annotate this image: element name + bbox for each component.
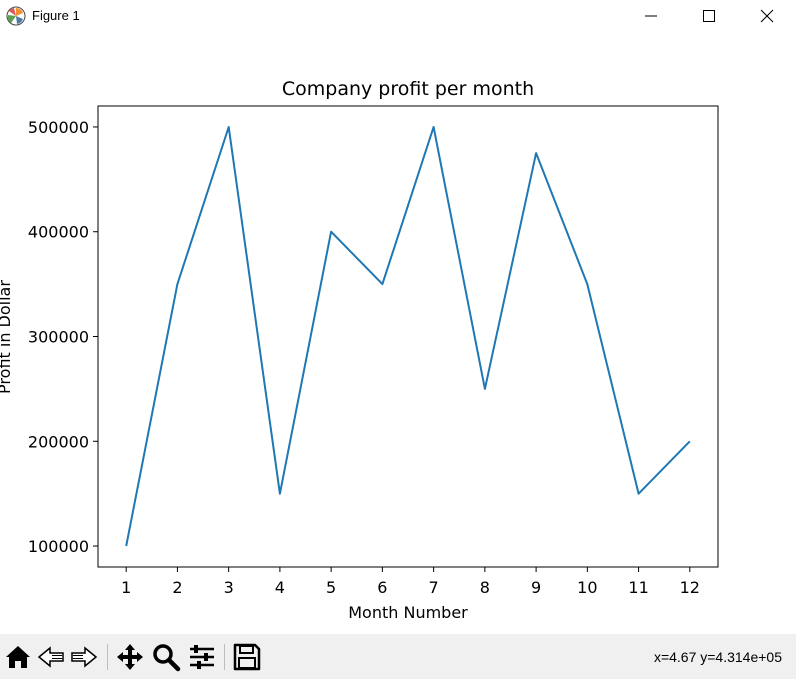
x-tick-label: 5 (326, 578, 336, 597)
y-tick-label: 200000 (28, 432, 89, 451)
pan-icon (117, 644, 143, 670)
x-axis: 1 2 3 4 5 6 7 8 9 10 11 12 (121, 567, 700, 597)
window-title: Figure 1 (32, 8, 80, 23)
toolbar-separator (224, 644, 225, 670)
x-tick-label: 8 (480, 578, 490, 597)
axes-frame (97, 105, 719, 568)
chart-title: Company profit per month (282, 78, 534, 100)
x-tick-label: 3 (224, 578, 234, 597)
zoom-icon (153, 644, 181, 672)
x-axis-label: Month Number (348, 603, 468, 622)
close-button[interactable] (738, 0, 796, 32)
save-button[interactable] (232, 642, 262, 672)
y-tick-label: 300000 (28, 328, 89, 347)
zoom-button[interactable] (151, 642, 181, 672)
navigation-toolbar: x=4.67 y=4.314e+05 (0, 634, 796, 679)
forward-button[interactable] (69, 642, 99, 672)
window-titlebar: Figure 1 (0, 0, 796, 32)
x-tick-label: 10 (577, 578, 597, 597)
y-tick-label: 400000 (28, 223, 89, 242)
y-tick-label: 500000 (28, 118, 89, 137)
x-tick-label: 6 (377, 578, 387, 597)
configure-subplots-icon (190, 645, 214, 669)
x-tick-label: 1 (121, 578, 131, 597)
minimize-icon (645, 15, 657, 17)
x-tick-label: 12 (680, 578, 700, 597)
x-tick-label: 9 (531, 578, 541, 597)
series-line (125, 126, 691, 547)
cursor-coordinates: x=4.67 y=4.314e+05 (653, 649, 782, 665)
matplotlib-logo-icon (6, 6, 26, 26)
save-icon (233, 643, 261, 671)
home-button[interactable] (3, 642, 33, 672)
pan-button[interactable] (115, 642, 145, 672)
home-icon (6, 646, 30, 668)
close-icon (760, 9, 774, 23)
x-tick-label: 11 (628, 578, 648, 597)
y-axis-label: Profit in Dollar (0, 280, 14, 394)
configure-subplots-button[interactable] (187, 642, 217, 672)
line-chart: Company profit per month 100000 200000 300… (0, 78, 719, 622)
forward-arrow-icon (71, 646, 98, 668)
x-tick-label: 7 (429, 578, 439, 597)
maximize-button[interactable] (680, 0, 738, 32)
back-button[interactable] (36, 642, 66, 672)
y-tick-label: 100000 (28, 537, 89, 556)
toolbar-separator (107, 644, 108, 670)
x-tick-label: 2 (172, 578, 182, 597)
y-axis: 100000 200000 300000 400000 500000 (28, 118, 98, 556)
x-tick-label: 4 (275, 578, 285, 597)
maximize-icon (703, 10, 715, 22)
back-arrow-icon (37, 646, 64, 668)
figure-canvas[interactable]: Company profit per month 100000 200000 300… (0, 32, 796, 634)
minimize-button[interactable] (622, 0, 680, 32)
